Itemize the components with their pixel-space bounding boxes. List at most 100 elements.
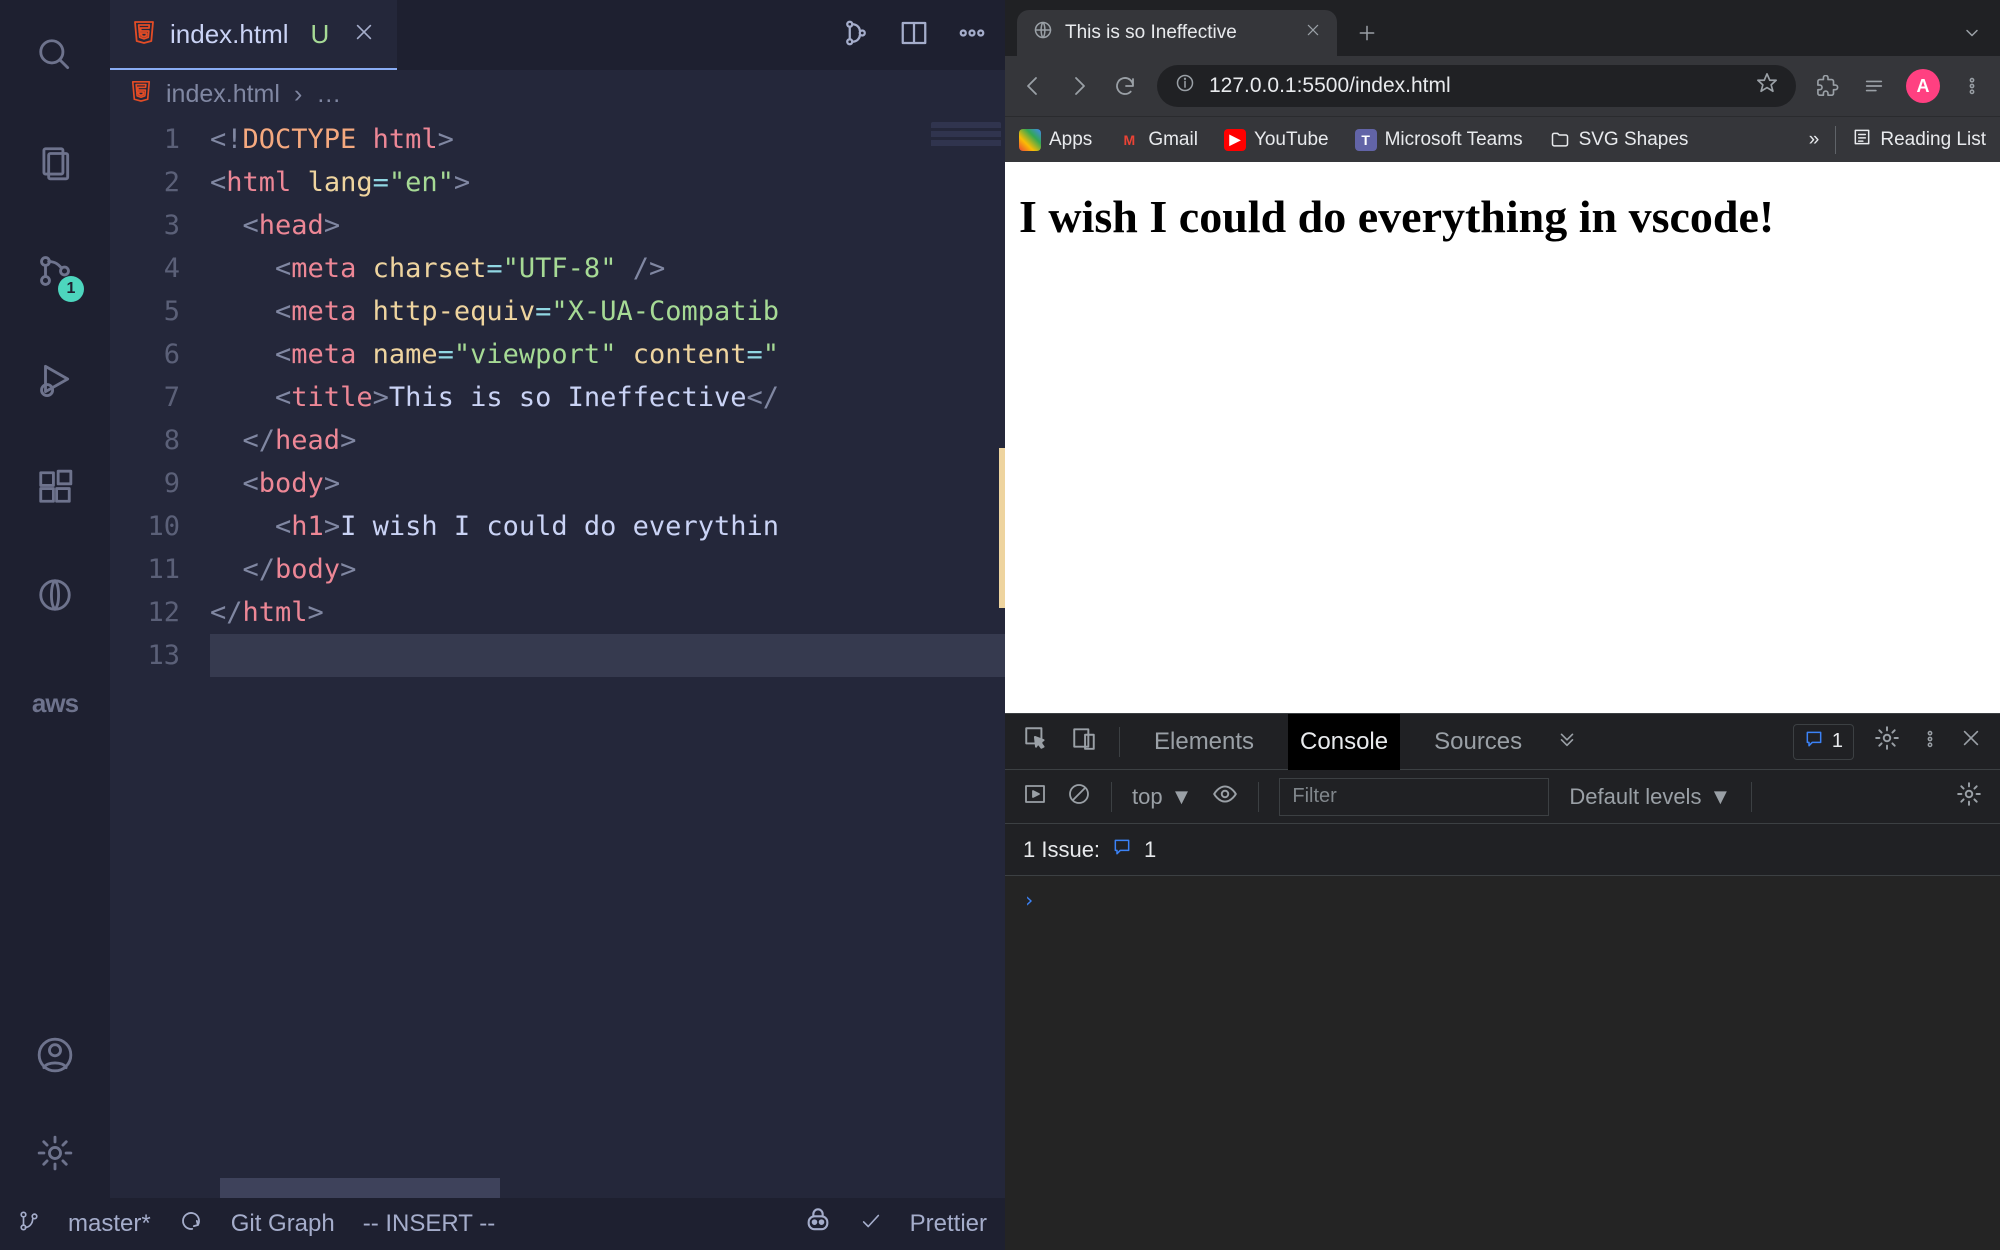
kebab-icon[interactable] <box>1920 728 1940 756</box>
menu-icon[interactable] <box>1958 72 1986 100</box>
scm-badge: 1 <box>58 276 84 302</box>
bookmark-svg[interactable]: SVG Shapes <box>1549 129 1689 151</box>
status-bar: master* Git Graph -- INSERT -- Prettier <box>0 1198 1005 1250</box>
editor-area: index.html U index.html › … 1 <box>110 0 1005 1198</box>
explorer-icon[interactable] <box>30 138 80 188</box>
new-tab-button[interactable] <box>1347 13 1387 53</box>
levels-selector[interactable]: Default levels ▼ <box>1569 784 1731 810</box>
breadcrumb-filename: index.html <box>166 80 280 109</box>
issues-bar[interactable]: 1 Issue: 1 <box>1005 824 2000 876</box>
more-tabs-icon[interactable] <box>1556 727 1578 756</box>
tab-filename: index.html <box>170 19 289 50</box>
bookmark-youtube[interactable]: ▶YouTube <box>1224 129 1329 151</box>
console-prompt: › <box>1023 888 1035 912</box>
chevron-right-icon: › <box>294 80 302 109</box>
tab-console[interactable]: Console <box>1288 714 1400 770</box>
globe-icon <box>1033 20 1053 46</box>
address-bar[interactable]: 127.0.0.1:5500/index.html <box>1157 65 1796 107</box>
chat-icon <box>1112 837 1132 863</box>
browser-tab-strip: This is so Ineffective <box>1005 0 2000 56</box>
html-file-icon <box>132 20 156 49</box>
chevron-down-icon[interactable] <box>1962 23 1982 48</box>
list-icon <box>1852 127 1872 153</box>
branch-icon[interactable] <box>18 1210 40 1239</box>
bookmark-gmail[interactable]: MGmail <box>1118 129 1198 151</box>
url-text: 127.0.0.1:5500/index.html <box>1209 74 1451 98</box>
aws-icon[interactable]: aws <box>30 678 80 728</box>
clear-icon[interactable] <box>1067 782 1091 812</box>
gear-icon[interactable] <box>30 1128 80 1178</box>
gear-icon[interactable] <box>1874 725 1900 758</box>
play-icon[interactable] <box>1023 782 1047 812</box>
breadcrumb[interactable]: index.html › … <box>110 70 1005 118</box>
close-icon[interactable] <box>353 21 375 48</box>
minimap[interactable] <box>931 122 1001 202</box>
tab-actions <box>841 0 987 70</box>
browser-tab[interactable]: This is so Ineffective <box>1017 10 1337 56</box>
search-icon[interactable] <box>30 30 80 80</box>
divider <box>1835 126 1836 154</box>
chat-icon <box>1804 729 1824 755</box>
avatar[interactable]: A <box>1906 69 1940 103</box>
issues-label: 1 Issue: <box>1023 837 1100 863</box>
breadcrumb-more: … <box>316 80 341 109</box>
status-branch[interactable]: master* <box>68 1210 151 1238</box>
eye-icon[interactable] <box>1212 781 1238 813</box>
browser-window: This is so Ineffective 127.0.0.1:5500/in… <box>1005 0 2000 1250</box>
check-icon <box>860 1210 882 1239</box>
tree-icon[interactable] <box>30 570 80 620</box>
device-toggle-icon[interactable] <box>1071 725 1097 758</box>
more-icon[interactable] <box>957 18 987 53</box>
folder-icon <box>1549 129 1571 151</box>
change-marker <box>999 448 1005 608</box>
sync-icon[interactable] <box>179 1209 203 1240</box>
compare-icon[interactable] <box>841 18 871 53</box>
code-editor[interactable]: 1 2 3 4 5 6 7 8 9 10 11 12 13 <!DOCTYPE … <box>110 118 1005 1198</box>
media-icon[interactable] <box>1860 72 1888 100</box>
page-content: I wish I could do everything in vscode! <box>1005 162 2000 713</box>
line-gutter: 1 2 3 4 5 6 7 8 9 10 11 12 13 <box>110 118 210 1198</box>
account-icon[interactable] <box>30 1030 80 1080</box>
back-button[interactable] <box>1019 72 1047 100</box>
bookmarks-more[interactable]: » <box>1809 129 1820 151</box>
devtools: Elements Console Sources 1 top ▼ Def <box>1005 713 2000 1250</box>
code-content[interactable]: <!DOCTYPE html> <html lang="en"> <head> … <box>210 118 1005 1198</box>
editor-tab-bar: index.html U <box>110 0 1005 70</box>
source-control-icon[interactable]: 1 <box>30 246 80 296</box>
status-git-graph[interactable]: Git Graph <box>231 1210 335 1238</box>
reading-list-button[interactable]: Reading List <box>1852 127 1986 153</box>
info-icon[interactable] <box>1175 73 1195 99</box>
copilot-icon[interactable] <box>804 1207 832 1242</box>
bookmark-apps[interactable]: Apps <box>1019 129 1092 151</box>
close-icon[interactable] <box>1305 22 1321 44</box>
gear-icon[interactable] <box>1956 781 1982 813</box>
forward-button[interactable] <box>1065 72 1093 100</box>
extensions-icon[interactable] <box>1814 72 1842 100</box>
reload-button[interactable] <box>1111 72 1139 100</box>
split-editor-icon[interactable] <box>899 18 929 53</box>
tab-elements[interactable]: Elements <box>1142 714 1266 770</box>
console-toolbar: top ▼ Default levels ▼ <box>1005 770 2000 824</box>
status-mode: -- INSERT -- <box>363 1210 495 1238</box>
tab-sources[interactable]: Sources <box>1422 714 1534 770</box>
scrollbar-horizontal[interactable] <box>220 1178 500 1198</box>
editor-tab[interactable]: index.html U <box>110 0 397 70</box>
issues-pill[interactable]: 1 <box>1793 724 1854 760</box>
vscode-window: 1 aws index.html U <box>0 0 1005 1250</box>
filter-input[interactable] <box>1279 778 1549 816</box>
page-heading: I wish I could do everything in vscode! <box>1019 190 1986 243</box>
bookmark-teams[interactable]: TMicrosoft Teams <box>1355 129 1523 151</box>
close-icon[interactable] <box>1960 727 1982 756</box>
run-debug-icon[interactable] <box>30 354 80 404</box>
issues-count: 1 <box>1144 837 1156 863</box>
extensions-icon[interactable] <box>30 462 80 512</box>
star-icon[interactable] <box>1756 72 1778 100</box>
context-selector[interactable]: top ▼ <box>1132 784 1192 810</box>
activity-bar: 1 aws <box>0 0 110 1198</box>
tab-modified: U <box>311 19 330 50</box>
status-prettier[interactable]: Prettier <box>910 1210 987 1238</box>
devtools-tabs: Elements Console Sources 1 <box>1005 714 2000 770</box>
inspect-icon[interactable] <box>1023 725 1049 758</box>
browser-toolbar: 127.0.0.1:5500/index.html A <box>1005 56 2000 116</box>
console-output[interactable]: › <box>1005 876 2000 1250</box>
